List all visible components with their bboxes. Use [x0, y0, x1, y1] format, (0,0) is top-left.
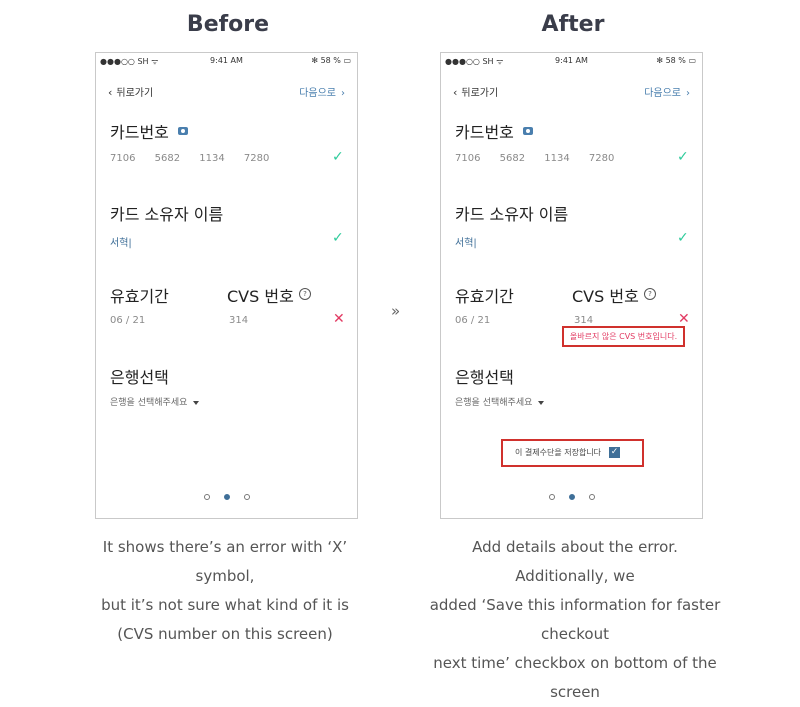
card-group-1: 7106: [110, 153, 136, 164]
expiry-label: 유효기간: [110, 287, 169, 306]
cvs-label: CVS 번호: [227, 287, 294, 306]
caption-line: but it’s not sure what kind of it is: [101, 596, 349, 614]
save-payment-checkbox[interactable]: 이 결제수단을 저장합니다 ✓: [501, 439, 644, 467]
caret-down-icon: [538, 400, 545, 405]
checkbox-checked-icon[interactable]: ✓: [609, 447, 621, 458]
battery-status: ✻ 58 % ▭: [656, 56, 696, 65]
page-indicator: [96, 485, 357, 504]
card-group-4: 7280: [588, 153, 615, 164]
arrow-icon: »: [391, 302, 400, 320]
chevron-right-icon: ›: [686, 88, 690, 99]
cvs-input[interactable]: 314: [229, 315, 248, 326]
card-holder-label: 카드 소유자 이름: [110, 205, 224, 224]
page-dot-active[interactable]: [568, 494, 575, 500]
expiry-input[interactable]: 06 / 21: [110, 315, 145, 326]
page-indicator: [441, 485, 702, 504]
page-dot[interactable]: [203, 494, 210, 500]
next-button[interactable]: 다음으로 ›: [299, 84, 345, 99]
card-group-3: 1134: [199, 153, 225, 164]
expiry-input[interactable]: 06 / 21: [455, 315, 490, 326]
card-group-2: 5682: [154, 153, 181, 164]
card-number-label: 카드번호: [110, 123, 169, 142]
x-icon: ✕: [333, 311, 345, 327]
card-holder-input[interactable]: 서혁|: [110, 234, 132, 249]
before-phone-screen: ●●●○○ SH ᯤ 9:41 AM ✻ 58 % ▭ ‹ 뒤로가기 다음으로 › …: [95, 52, 358, 519]
after-caption: Add details about the error. Additionall…: [425, 533, 725, 707]
bank-label: 은행선택: [110, 368, 169, 387]
page-dot-active[interactable]: [223, 494, 230, 500]
bank-label: 은행선택: [455, 368, 514, 387]
next-label: 다음으로: [299, 88, 336, 99]
card-group-2: 5682: [499, 153, 526, 164]
back-label: 뒤로가기: [116, 88, 154, 99]
cvs-input[interactable]: 314: [574, 315, 593, 326]
chevron-left-icon: ‹: [108, 86, 113, 99]
card-group-4: 7280: [243, 153, 270, 164]
card-number-field[interactable]: 7106 5682 1134 7280: [110, 153, 270, 164]
caption-line: Add details about the error. Additionall…: [472, 538, 678, 585]
camera-icon[interactable]: [523, 127, 533, 135]
before-caption: It shows there’s an error with ‘X’ symbo…: [75, 533, 375, 649]
caption-line: (CVS number on this screen): [117, 625, 333, 643]
help-circle-icon[interactable]: ?: [644, 288, 656, 300]
bank-dropdown[interactable]: 은행을 선택해주세요: [455, 395, 545, 408]
back-button[interactable]: ‹ 뒤로가기: [108, 84, 153, 99]
caption-line: added ‘Save this information for faster …: [429, 596, 721, 643]
cvs-label: CVS 번호: [572, 287, 639, 306]
cvs-error-message: 올바르지 않은 CVS 번호입니다.: [562, 326, 685, 347]
card-group-3: 1134: [544, 153, 570, 164]
after-heading: After: [541, 12, 605, 37]
check-icon: ✓: [677, 230, 689, 246]
caption-line: It shows there’s an error with ‘X’ symbo…: [102, 538, 348, 585]
page-dot[interactable]: [588, 494, 595, 500]
x-icon: ✕: [678, 311, 690, 327]
status-bar: ●●●○○ SH ᯤ 9:41 AM ✻ 58 % ▭: [96, 53, 357, 69]
page-dot[interactable]: [243, 494, 250, 500]
card-holder-input[interactable]: 서혁|: [455, 234, 477, 249]
back-label: 뒤로가기: [461, 88, 499, 99]
card-group-1: 7106: [455, 153, 481, 164]
chevron-right-icon: ›: [341, 88, 345, 99]
back-button[interactable]: ‹ 뒤로가기: [453, 84, 498, 99]
expiry-label: 유효기간: [455, 287, 514, 306]
camera-icon[interactable]: [178, 127, 188, 135]
before-heading: Before: [186, 12, 270, 37]
check-icon: ✓: [677, 149, 689, 165]
check-icon: ✓: [332, 230, 344, 246]
save-payment-label: 이 결제수단을 저장합니다: [515, 448, 602, 457]
card-holder-label: 카드 소유자 이름: [455, 205, 569, 224]
next-button[interactable]: 다음으로 ›: [644, 84, 690, 99]
bank-dropdown[interactable]: 은행을 선택해주세요: [110, 395, 200, 408]
battery-status: ✻ 58 % ▭: [311, 56, 351, 65]
help-circle-icon[interactable]: ?: [299, 288, 311, 300]
check-icon: ✓: [332, 149, 344, 165]
after-phone-screen: ●●●○○ SH ᯤ 9:41 AM ✻ 58 % ▭ ‹ 뒤로가기 다음으로 › …: [440, 52, 703, 519]
page-dot[interactable]: [548, 494, 555, 500]
card-number-label: 카드번호: [455, 123, 514, 142]
caret-down-icon: [193, 400, 200, 405]
next-label: 다음으로: [644, 88, 681, 99]
caption-line: next time’ checkbox on bottom of the scr…: [433, 654, 717, 701]
bank-placeholder: 은행을 선택해주세요: [110, 398, 188, 408]
bank-placeholder: 은행을 선택해주세요: [455, 398, 533, 408]
status-bar: ●●●○○ SH ᯤ 9:41 AM ✻ 58 % ▭: [441, 53, 702, 69]
chevron-left-icon: ‹: [453, 86, 458, 99]
card-number-field[interactable]: 7106 5682 1134 7280: [455, 153, 615, 164]
